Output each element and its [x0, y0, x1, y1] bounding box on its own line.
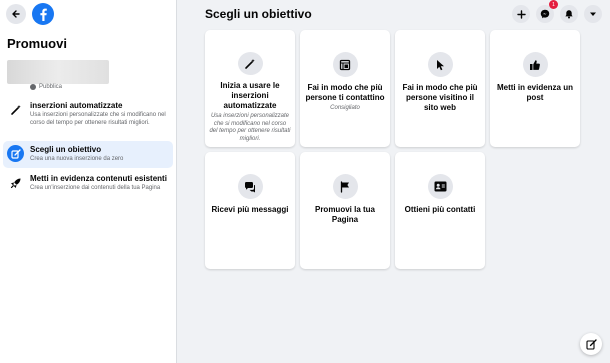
card-subtitle: Usa inserzioni personalizzate che si mod… [209, 113, 291, 142]
sidebar-item-label: Metti in evidenza contenuti esistenti [30, 174, 167, 183]
sidebar-topbar [6, 3, 54, 25]
create-button[interactable] [512, 5, 530, 23]
edit-icon [7, 145, 24, 162]
sidebar-title: Promuovi [7, 36, 67, 51]
objective-grid: Inizia a usare le inserzioni automatizza… [205, 30, 580, 269]
card-subtitle: Consigliato [330, 105, 360, 111]
back-button[interactable] [6, 4, 26, 24]
sidebar-item-desc: Usa inserzioni personalizzate che si mod… [30, 112, 166, 126]
magic-wand-icon [237, 52, 263, 75]
objective-card-leads[interactable]: Ottieni più contatti [395, 152, 485, 269]
sidebar-item-desc: Crea una nuova inserzione da zero [30, 156, 124, 162]
sidebar-item-automated-ads[interactable]: inserzioni automatizzate Usa inserzioni … [3, 97, 173, 131]
thumbs-up-icon [522, 52, 548, 77]
cursor-icon [427, 52, 453, 77]
card-title: Metti in evidenza un post [496, 83, 573, 102]
page-status-label: Pubblica [39, 84, 63, 90]
sidebar: Promuovi Pubblica inserzioni automatizza… [0, 0, 177, 363]
card-title: Promuovi la tua Pagina [314, 205, 375, 224]
caret-down-icon [590, 12, 596, 16]
arrow-left-icon [12, 10, 20, 18]
messenger-icon [540, 9, 550, 19]
card-title: Ricevi più messaggi [211, 205, 289, 214]
globe-icon [30, 84, 36, 90]
objective-card-website[interactable]: Fai in modo che più persone visitino il … [395, 30, 485, 147]
account-menu-button[interactable] [584, 5, 602, 23]
objective-card-promote-page[interactable]: Promuovi la tua Pagina [300, 152, 390, 269]
card-title: Ottieni più contatti [404, 205, 476, 214]
card-title: Fai in modo che più persone ti contattin… [305, 83, 385, 102]
objective-card-contacts[interactable]: Fai in modo che più persone ti contattin… [300, 30, 390, 147]
bell-icon [565, 10, 573, 19]
flag-icon [332, 174, 358, 199]
rocket-icon [7, 174, 24, 191]
notifications-button[interactable] [560, 5, 578, 23]
card-title: Inizia a usare le inserzioni automatizza… [220, 81, 280, 110]
top-actions: 1 [512, 0, 602, 23]
compose-icon [585, 338, 597, 350]
sidebar-item-boost-existing[interactable]: Metti in evidenza contenuti esistenti Cr… [3, 170, 173, 197]
notification-badge: 1 [549, 0, 558, 9]
facebook-logo-icon[interactable] [32, 3, 54, 25]
page-name-redacted [7, 60, 109, 84]
compose-button[interactable] [580, 333, 602, 355]
contact-card-icon [427, 174, 453, 199]
sidebar-item-label: inserzioni automatizzate [30, 101, 123, 110]
card-title: Fai in modo che più persone visitino il … [402, 83, 478, 112]
magic-wand-icon [7, 101, 24, 118]
messenger-button[interactable]: 1 [536, 0, 558, 23]
objective-card-automated-ads[interactable]: Inizia a usare le inserzioni automatizza… [205, 30, 295, 147]
sidebar-item-desc: Crea un'inserzione dai contenuti della t… [30, 185, 161, 191]
sidebar-item-choose-objective[interactable]: Scegli un obiettivo Crea una nuova inser… [3, 141, 173, 168]
page-status: Pubblica [30, 84, 62, 90]
chat-bubbles-icon [237, 174, 263, 199]
objective-card-boost-post[interactable]: Metti in evidenza un post [490, 30, 580, 147]
messenger-window-icon [332, 52, 358, 77]
objective-card-messages[interactable]: Ricevi più messaggi [205, 152, 295, 269]
sidebar-item-label: Scegli un obiettivo [30, 145, 102, 154]
page-title: Scegli un obiettivo [205, 7, 312, 21]
plus-icon [516, 9, 526, 19]
